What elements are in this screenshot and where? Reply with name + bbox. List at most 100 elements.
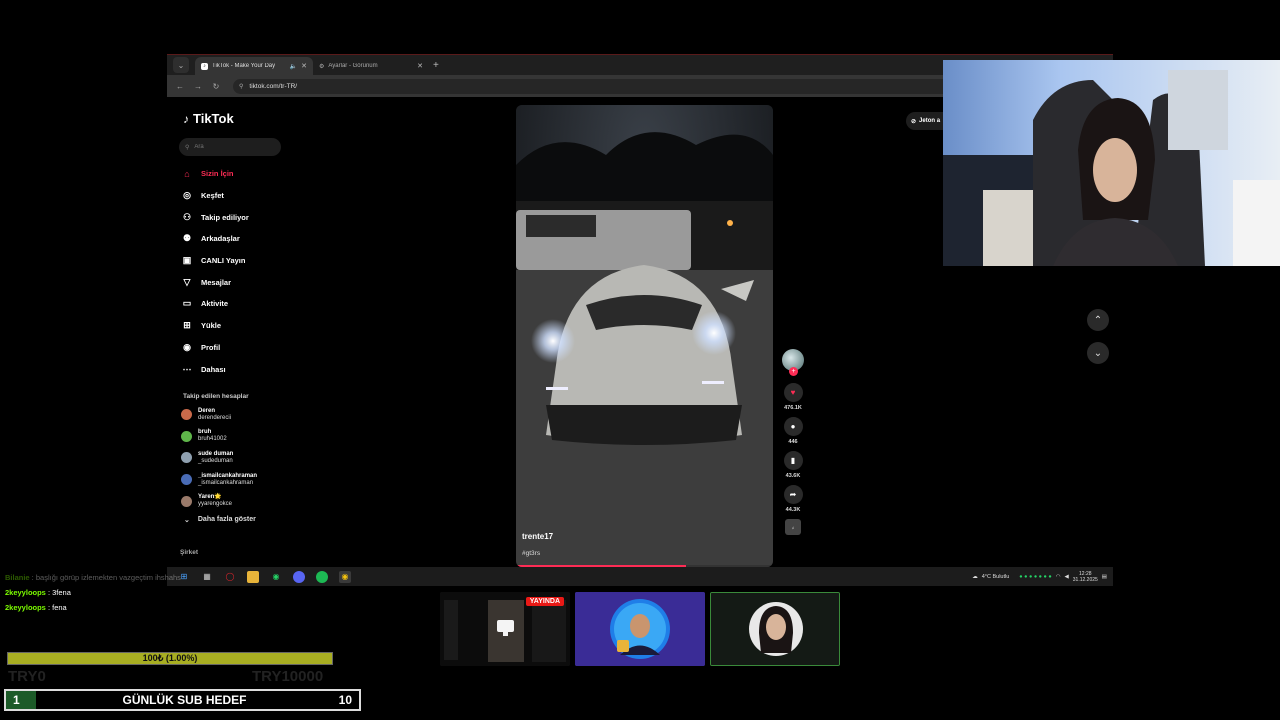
sidebar-item-more[interactable]: ⋯ Dahası (181, 358, 249, 380)
following-header: Takip edilen hesaplar (183, 393, 249, 400)
sidebar-item-label: Dahası (201, 364, 226, 374)
notification-icon[interactable]: ▤ (1102, 574, 1107, 580)
live-icon: ▣ (182, 255, 192, 266)
tab-settings[interactable]: ⚙ Ayarlar - Görünüm ✕ (313, 57, 429, 75)
comment-icon[interactable]: ● (783, 417, 803, 436)
account-handle: _sudeduman (198, 457, 233, 464)
site-info-icon[interactable]: ⚲ (239, 83, 243, 90)
previous-video-button[interactable]: ⌃ (1087, 309, 1109, 331)
thumbnail-live[interactable]: YAYINDA (440, 592, 570, 666)
sidebar-item-following[interactable]: ⚇ Takip ediliyor (181, 206, 249, 228)
gear-icon: ⚙ (319, 63, 325, 70)
video-username[interactable]: trente17 (522, 532, 553, 541)
close-tab-icon[interactable]: ✕ (301, 62, 307, 70)
sidebar-item-label: Sizin İçin (201, 169, 234, 179)
heart-icon[interactable]: ♥ (783, 383, 803, 402)
see-more-button[interactable]: ⌄ Daha fazla göster (184, 512, 257, 528)
chat-text: başlığı görüp izlemekten vazgeçtim ihsha… (35, 573, 181, 582)
avatar (181, 430, 192, 442)
chat-text: 3fena (52, 588, 71, 597)
friends-icon: ⚉ (182, 233, 192, 244)
music-disc-icon[interactable]: ♫ (785, 519, 801, 535)
avatar (181, 452, 192, 464)
sub-goal-label: GÜNLÜK SUB HEDEF (122, 693, 247, 707)
sidebar-item-messages[interactable]: ▽ Mesajlar (181, 271, 249, 293)
chevron-down-icon: ⌄ (184, 516, 190, 524)
discord-icon[interactable] (293, 570, 305, 583)
following-item[interactable]: _ismailcankahraman _ismailcankahraman (181, 469, 257, 491)
new-tab-button[interactable]: + (433, 60, 439, 71)
company-link[interactable]: Şirket (180, 549, 198, 556)
messages-icon: ▽ (183, 276, 191, 287)
avatar (181, 409, 192, 421)
chat-message: 2keyyloops : 3fena (5, 588, 71, 597)
system-tray: ☁ 4°C Bulutlu ● ● ● ● ● ● ● ◠ ◀ 12:28 31… (972, 567, 1107, 586)
share-icon[interactable]: ➦ (783, 485, 803, 504)
account-name: bruh (198, 429, 212, 436)
chat-text: fena (52, 603, 67, 612)
sidebar-item-profile[interactable]: ◉ Profil (181, 337, 249, 359)
share-count: 44.3K (785, 507, 801, 513)
avatar (181, 474, 192, 486)
profile-icon: ◉ (183, 341, 191, 352)
following-item[interactable]: Deren derenderecii (181, 404, 257, 426)
tab-search-icon[interactable]: ⌄ (173, 57, 189, 73)
search-input[interactable] (194, 144, 265, 150)
webcam-image (943, 60, 1280, 266)
tiktok-logo[interactable]: ♪ TikTok (183, 111, 234, 126)
sub-goal-bar: 1 GÜNLÜK SUB HEDEF 10 (4, 689, 361, 711)
sidebar-item-activity[interactable]: ▭ Aktivite (181, 293, 249, 315)
chat-message: Bilanie : başlığı görüp izlemekten vazge… (5, 573, 181, 582)
thumbnail-avatar-blue[interactable] (575, 592, 705, 666)
following-item[interactable]: Yaren🌟 yyarengokce (181, 490, 257, 512)
following-item[interactable]: bruh bruh41002 (181, 426, 257, 448)
sidebar-item-explore[interactable]: ◎ Keşfet (181, 185, 249, 207)
account-handle: _ismailcankahraman (198, 479, 254, 486)
tab-tiktok[interactable]: ♪ TikTok - Make Your Day 🔈 ✕ (195, 57, 313, 75)
task-view-icon[interactable]: ▦ (201, 571, 213, 583)
chat-user: 2keyyloops (5, 588, 46, 597)
following-item[interactable]: sude duman _sudeduman (181, 447, 257, 469)
sidebar-nav: ⌂ Sizin İçin ◎ Keşfet ⚇ Takip ediliyor ⚉ Ark… (181, 163, 249, 380)
creator-avatar[interactable]: + (782, 349, 804, 376)
home-icon: ⌂ (184, 168, 190, 179)
following-list: Deren derenderecii bruh bruh41002 sude dum… (181, 404, 257, 528)
sidebar-item-for-you[interactable]: ⌂ Sizin İçin (181, 163, 249, 185)
next-video-button[interactable]: ⌄ (1087, 342, 1109, 364)
speaker-icon[interactable]: 🔈 (290, 63, 297, 70)
video-player[interactable]: trente17 #gt3rs (516, 105, 773, 567)
tray-icons[interactable]: ● ● ● ● ● ● ● (1019, 574, 1051, 580)
bookmark-icon[interactable]: ▮ (783, 451, 803, 470)
reload-icon[interactable]: ↻ (211, 82, 221, 91)
spotify-icon[interactable] (316, 570, 328, 583)
sub-goal-target: 10 (338, 693, 352, 707)
follow-plus-icon[interactable]: + (789, 367, 798, 376)
account-handle: yyarengokce (198, 501, 233, 508)
video-actions: + ♥ 476.1K ● 446 ▮ 43.6K ➦ 44.3K ♫ (781, 349, 805, 535)
like-count: 476.1K (784, 405, 802, 411)
wifi-icon[interactable]: ◠ (1056, 574, 1061, 580)
sidebar-item-friends[interactable]: ⚉ Arkadaşlar (181, 228, 249, 250)
volume-icon[interactable]: ◀ (1065, 574, 1069, 580)
sidebar-item-label: Profil (201, 342, 221, 352)
chrome-icon[interactable]: ◉ (339, 570, 351, 583)
donation-goal-bar: 100₺ (1.00%) (7, 652, 333, 665)
opera-icon[interactable]: ◯ (224, 571, 236, 583)
more-icon: ⋯ (182, 363, 192, 374)
sidebar-item-label: Yükle (201, 321, 222, 331)
sidebar-item-live[interactable]: ▣ CANLI Yayın (181, 250, 249, 272)
back-icon[interactable]: ← (175, 82, 185, 91)
account-name: Yaren🌟 (198, 494, 222, 501)
forward-icon[interactable]: → (193, 82, 203, 91)
url-field[interactable]: ⚲ tiktok.com/tr-TR/ (233, 78, 993, 94)
search-icon: ⚲ (185, 144, 190, 151)
following-icon: ⚇ (182, 211, 192, 222)
sidebar-item-upload[interactable]: ⊞ Yükle (181, 315, 249, 337)
weather-text[interactable]: 4°C Bulutlu (982, 574, 1010, 580)
thumbnail-avatar-green[interactable] (710, 592, 840, 666)
video-hashtag[interactable]: #gt3rs (522, 550, 540, 557)
file-explorer-icon[interactable] (247, 570, 259, 583)
close-tab-icon[interactable]: ✕ (417, 62, 423, 70)
clock[interactable]: 12:28 31.12.2025 (1073, 571, 1098, 583)
whatsapp-icon[interactable]: ◉ (270, 571, 282, 583)
